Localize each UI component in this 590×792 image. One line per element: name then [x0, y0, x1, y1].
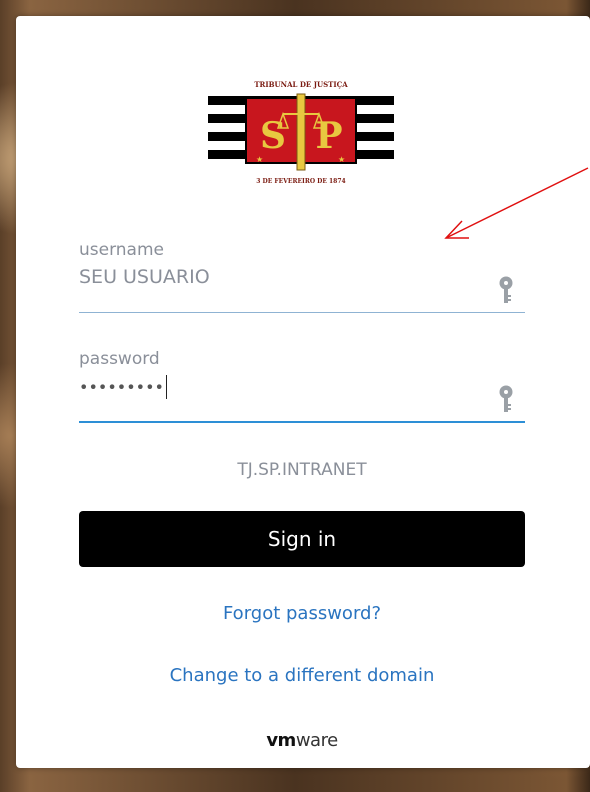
- key-icon: [499, 276, 513, 303]
- change-domain-link[interactable]: Change to a different domain: [79, 665, 525, 686]
- domain-label: TJ.SP.INTRANET: [237, 460, 367, 480]
- username-underline: [79, 312, 525, 313]
- username-input[interactable]: SEU USUARIO: [79, 266, 525, 292]
- key-icon: [499, 385, 513, 412]
- logo-letter-p: P: [315, 115, 342, 157]
- password-underline: [79, 421, 525, 423]
- password-dots: •••••••••: [79, 377, 164, 397]
- logo-top-text: TRIBUNAL DE JUSTIÇA: [254, 80, 348, 89]
- username-label: username: [79, 240, 164, 260]
- text-caret: [165, 375, 167, 399]
- forgot-password-link[interactable]: Forgot password?: [79, 603, 525, 624]
- password-label: password: [79, 349, 160, 369]
- logo-letter-s: S: [260, 115, 286, 157]
- svg-text:★: ★: [256, 155, 263, 164]
- vmware-logo: vmware: [79, 730, 525, 751]
- sign-in-button[interactable]: Sign in: [79, 511, 525, 567]
- vmware-logo-ware: ware: [295, 730, 338, 751]
- login-card: TRIBUNAL DE JUSTIÇA S P ★ ★ 3 DE FEVEREI…: [16, 16, 590, 768]
- tjsp-logo: TRIBUNAL DE JUSTIÇA S P ★ ★ 3 DE FEVEREI…: [208, 80, 394, 185]
- username-field[interactable]: username SEU USUARIO: [79, 240, 525, 313]
- logo-bottom-text: 3 DE FEVEREIRO DE 1874: [256, 178, 345, 185]
- password-field[interactable]: password •••••••••: [79, 349, 525, 423]
- svg-text:★: ★: [338, 155, 345, 164]
- vmware-logo-vm: vm: [266, 730, 296, 751]
- password-input[interactable]: •••••••••: [79, 375, 525, 401]
